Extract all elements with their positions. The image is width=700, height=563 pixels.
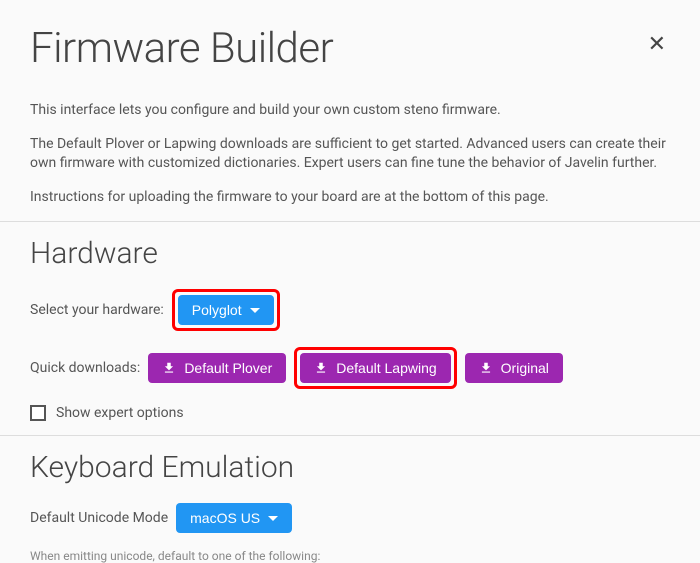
default-plover-button[interactable]: Default Plover: [148, 353, 286, 383]
default-plover-label: Default Plover: [184, 360, 272, 376]
section-divider: [0, 435, 700, 436]
expert-options-label: Show expert options: [56, 405, 184, 421]
download-icon: [314, 361, 328, 375]
default-lapwing-label: Default Lapwing: [336, 360, 436, 376]
unicode-mode-select[interactable]: macOS US: [176, 503, 292, 533]
highlight-default-lapwing: Default Lapwing: [294, 347, 456, 389]
hardware-heading: Hardware: [30, 236, 670, 271]
hardware-select-label: Select your hardware:: [30, 302, 164, 318]
default-lapwing-button[interactable]: Default Lapwing: [300, 353, 450, 383]
hardware-select[interactable]: Polyglot: [178, 295, 274, 325]
expert-options-checkbox[interactable]: [30, 405, 46, 421]
quick-downloads-label: Quick downloads:: [30, 360, 140, 376]
original-label: Original: [501, 360, 549, 376]
unicode-mode-hint: When emitting unicode, default to one of…: [30, 549, 670, 563]
close-icon[interactable]: ✕: [644, 30, 670, 60]
highlight-hardware-select: Polyglot: [172, 289, 280, 331]
intro-paragraph-2: The Default Plover or Lapwing downloads …: [30, 135, 670, 174]
intro-paragraph-1: This interface lets you configure and bu…: [30, 101, 670, 121]
original-button[interactable]: Original: [465, 353, 563, 383]
intro-block: This interface lets you configure and bu…: [30, 101, 670, 207]
download-icon: [162, 361, 176, 375]
unicode-mode-label: Default Unicode Mode: [30, 510, 168, 526]
keyboard-emulation-heading: Keyboard Emulation: [30, 450, 670, 485]
chevron-down-icon: [268, 516, 278, 521]
page-title: Firmware Builder: [30, 24, 333, 73]
intro-paragraph-3: Instructions for uploading the firmware …: [30, 188, 670, 208]
download-icon: [479, 361, 493, 375]
hardware-select-value: Polyglot: [192, 302, 242, 318]
unicode-mode-value: macOS US: [190, 510, 260, 526]
section-divider: [0, 221, 700, 222]
chevron-down-icon: [250, 308, 260, 313]
